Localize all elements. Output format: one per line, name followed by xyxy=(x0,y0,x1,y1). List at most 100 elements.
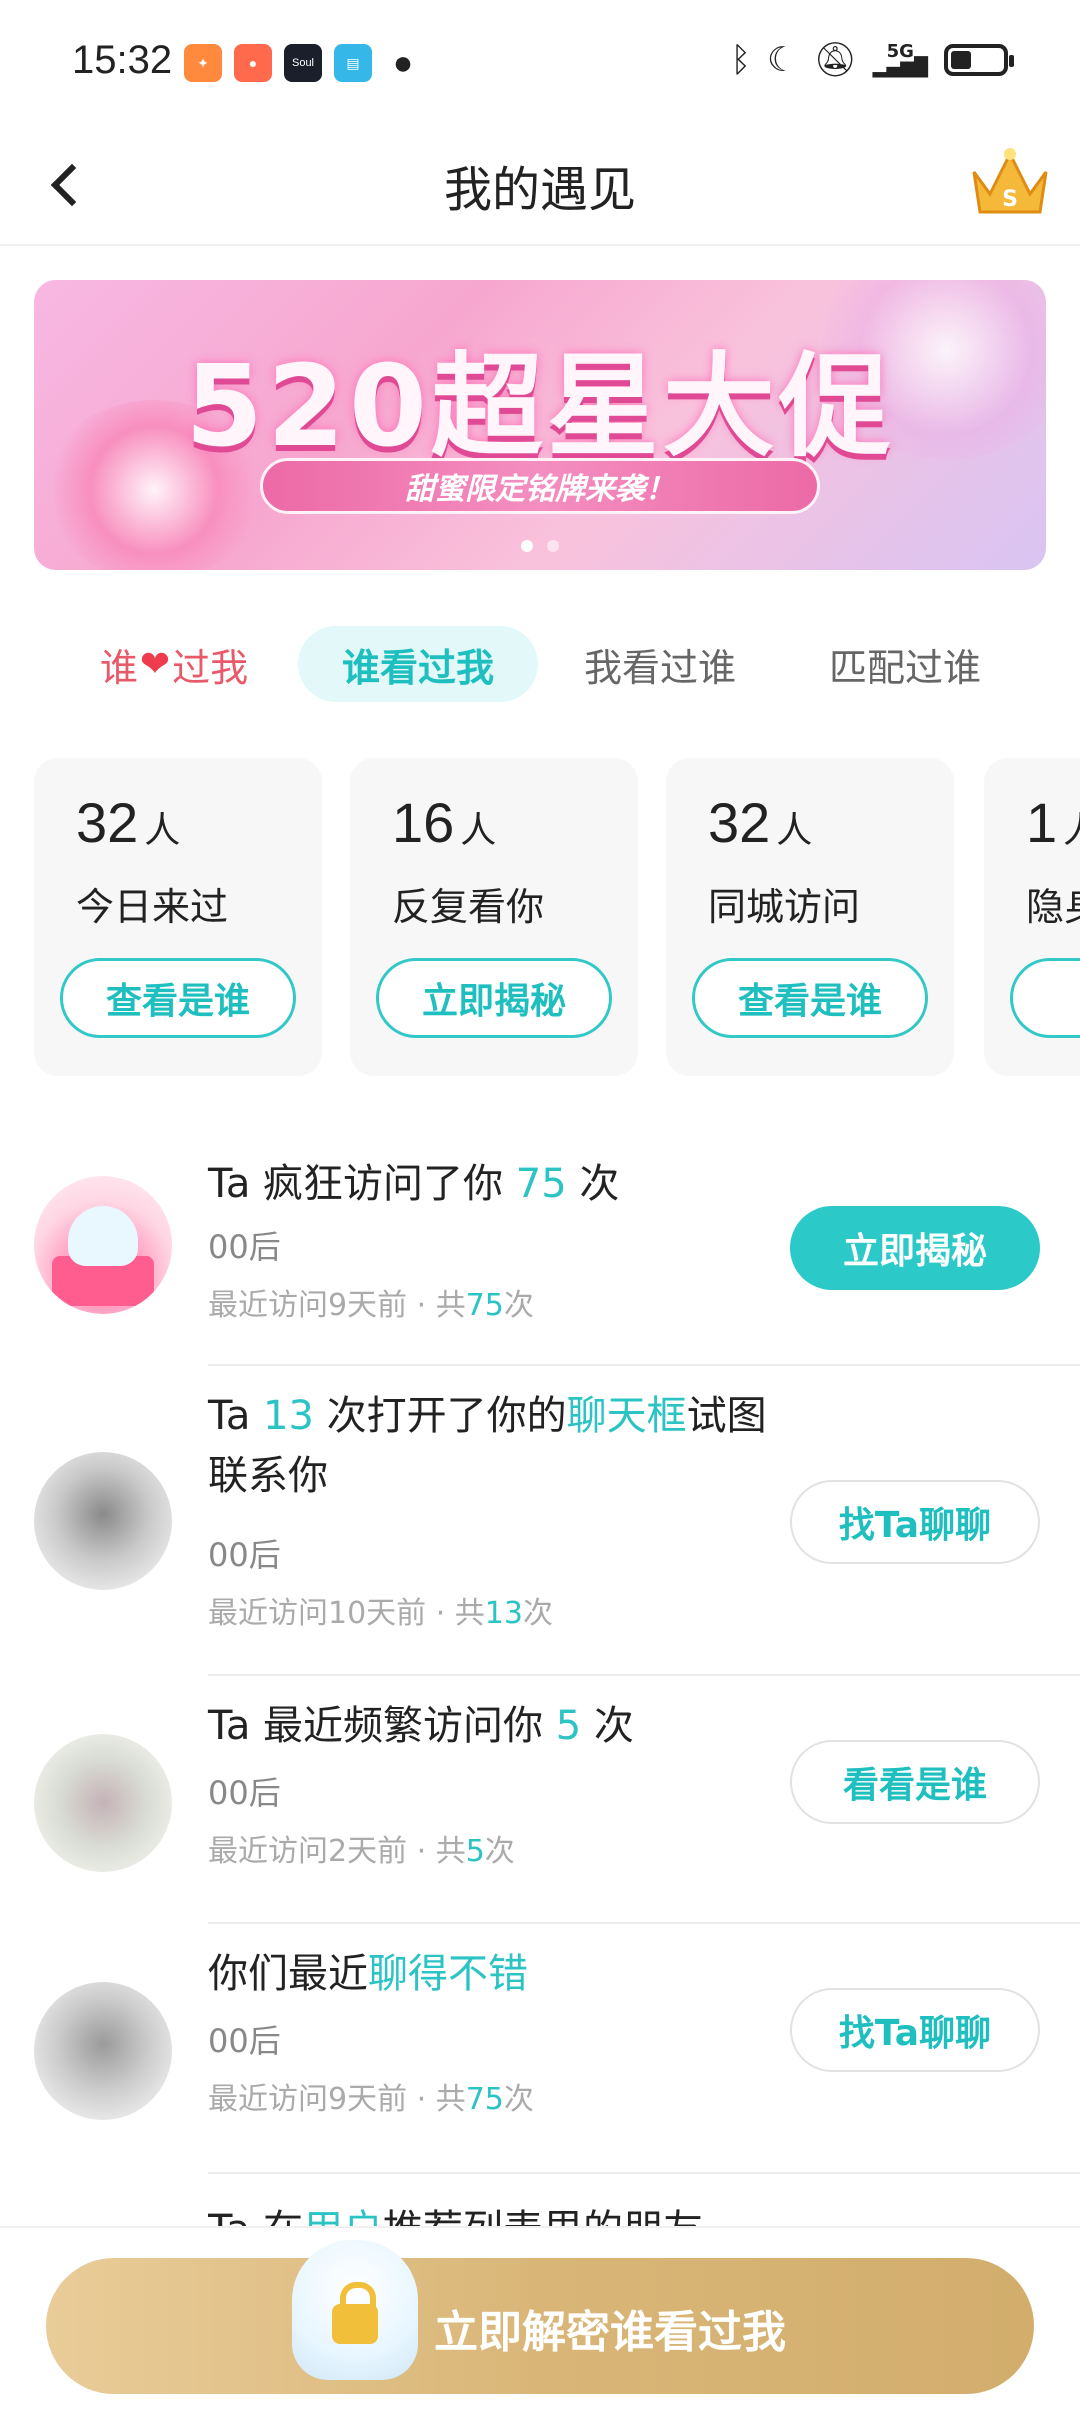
banner-title: 520超星大促 xyxy=(185,342,895,472)
promo-banner[interactable]: 520超星大促 甜蜜限定铭牌来袭！ xyxy=(34,280,1046,570)
check-who-button[interactable]: 查看是谁 xyxy=(60,958,296,1038)
tab-i-viewed[interactable]: 我看过谁 xyxy=(560,626,760,702)
title-text: 你们最近 xyxy=(208,1951,368,1997)
stat-value: 32 xyxy=(708,791,771,854)
list-item[interactable]: Ta 最近频繁访问你 5 次 00后 最近访问2天前 · 共5次 看看是谁 xyxy=(0,1676,1080,1924)
lock-icon xyxy=(332,2282,378,2344)
chat-bubble-icon: ● xyxy=(392,43,414,82)
banner-pagination xyxy=(34,540,1046,552)
network-label: 5G xyxy=(886,41,914,62)
page-title: 我的遇见 xyxy=(443,162,636,218)
battery-icon xyxy=(944,44,1014,76)
title-text: Ta 最近频繁访问你 xyxy=(208,1703,556,1749)
stat-unit: 人 xyxy=(460,809,497,850)
tab-bar: 谁 ❤ 过我 谁看过我 我看过谁 匹配过谁 xyxy=(0,620,1080,710)
blurred-avatar[interactable] xyxy=(34,1452,172,1590)
banner-subtitle: 甜蜜限定铭牌来袭！ xyxy=(260,458,820,514)
gift-avatar[interactable] xyxy=(34,1176,172,1314)
notification-icons: ✦ ● Soul ▤ ● xyxy=(184,44,422,82)
top-nav: 我的遇见 S xyxy=(0,126,1080,246)
status-time: 15:32 xyxy=(72,38,173,82)
list-item[interactable]: 你们最近聊得不错 00后 最近访问9天前 · 共75次 找Ta聊聊 xyxy=(0,1924,1080,2174)
stat-label: 隐身 xyxy=(1026,885,1080,929)
item-meta: 最近访问2天前 · 共5次 xyxy=(208,1826,515,1870)
title-text: Ta 疯狂访问了你 xyxy=(208,1161,516,1207)
stat-card-today[interactable]: 32 人 今日来过 查看是谁 xyxy=(34,758,322,1076)
bluetooth-icon: ᛒ xyxy=(730,40,751,80)
stat-number: 32 人 xyxy=(76,790,180,855)
title-text: 次打开了你的 xyxy=(313,1393,567,1439)
divider xyxy=(208,2172,1080,2174)
tab-matched[interactable]: 匹配过谁 xyxy=(800,626,1010,702)
meta-text: 最近访问9天前 · 共 xyxy=(208,2082,466,2117)
taobao-icon: ✦ xyxy=(184,44,222,82)
stat-value: 1 xyxy=(1026,791,1058,854)
tab-viewed-me[interactable]: 谁看过我 xyxy=(298,626,538,702)
stat-card-hidden[interactable]: 1人 隐身 了 xyxy=(984,758,1080,1076)
moon-icon: ☾ xyxy=(766,40,798,80)
stat-value: 16 xyxy=(392,791,455,854)
blurred-avatar[interactable] xyxy=(34,1734,172,1872)
vip-crown-icon[interactable]: S xyxy=(968,146,1052,220)
item-meta: 最近访问9天前 · 共75次 xyxy=(208,1280,534,1324)
stat-number: 1人 xyxy=(1026,790,1080,855)
item-age: 00后 xyxy=(208,1774,281,1812)
stat-unit: 人 xyxy=(1063,809,1080,850)
item-age: 00后 xyxy=(208,1228,281,1266)
item-title: Ta 疯狂访问了你 75 次 xyxy=(208,1154,768,1214)
reveal-button[interactable]: 立即揭秘 xyxy=(376,958,612,1038)
reveal-button[interactable]: 立即揭秘 xyxy=(790,1206,1040,1290)
banner-dot xyxy=(547,540,559,552)
ghost-lock-icon xyxy=(292,2240,418,2380)
title-highlight: 13 xyxy=(263,1393,314,1439)
item-age: 00后 xyxy=(208,2022,281,2060)
learn-button[interactable]: 了 xyxy=(1010,958,1080,1038)
blurred-avatar[interactable] xyxy=(34,1982,172,2120)
list-item[interactable]: Ta 13 次打开了你的聊天框试图联系你 00后 最近访问10天前 · 共13次… xyxy=(0,1366,1080,1676)
meta-text: 次 xyxy=(503,1288,534,1323)
tab-liked-me[interactable]: 谁 ❤ 过我 xyxy=(74,626,274,702)
meta-highlight: 5 xyxy=(465,1834,485,1869)
meta-highlight: 13 xyxy=(484,1596,523,1631)
tab-label: 过我 xyxy=(172,645,249,690)
stat-card-same-city[interactable]: 32 人 同城访问 查看是谁 xyxy=(666,758,954,1076)
stat-number: 16 人 xyxy=(392,790,496,855)
stat-label: 同城访问 xyxy=(708,885,861,929)
stat-value: 32 xyxy=(76,791,139,854)
chat-button[interactable]: 找Ta聊聊 xyxy=(790,1480,1040,1564)
mute-bell-icon: 🔕︎ xyxy=(813,40,857,80)
list-item[interactable]: Ta 疯狂访问了你 75 次 00后 最近访问9天前 · 共75次 立即揭秘 xyxy=(0,1120,1080,1370)
signal-icon: 5G ▂▄▆█ xyxy=(872,41,928,78)
status-bar: 15:32 ✦ ● Soul ▤ ● ᛒ ☾ 🔕︎ 5G ▂▄▆█ xyxy=(0,0,1080,126)
title-highlight: 聊天框 xyxy=(566,1393,687,1439)
banner-dot xyxy=(521,540,533,552)
xianyu-icon: ● xyxy=(234,44,272,82)
chat-button[interactable]: 找Ta聊聊 xyxy=(790,1988,1040,2072)
title-highlight: 5 xyxy=(555,1703,582,1749)
bottom-bar: 立即解密谁看过我 xyxy=(0,2226,1080,2412)
title-text: Ta xyxy=(208,1393,264,1439)
meta-text: 次 xyxy=(503,2082,534,2117)
item-meta: 最近访问9天前 · 共75次 xyxy=(208,2074,534,2118)
unlock-button[interactable]: 立即解密谁看过我 xyxy=(46,2240,1034,2394)
stat-card-repeat[interactable]: 16 人 反复看你 立即揭秘 xyxy=(350,758,638,1076)
stat-unit: 人 xyxy=(144,809,181,850)
meta-highlight: 75 xyxy=(465,2082,504,2117)
title-highlight: 聊得不错 xyxy=(368,1951,528,1997)
meta-text: 次 xyxy=(484,1834,515,1869)
item-title: Ta 最近频繁访问你 5 次 xyxy=(208,1696,768,1756)
tab-label: 谁 xyxy=(99,645,138,690)
check-who-button[interactable]: 查看是谁 xyxy=(692,958,928,1038)
ghost-icon xyxy=(68,1206,138,1266)
stat-label: 今日来过 xyxy=(76,885,229,929)
look-who-button[interactable]: 看看是谁 xyxy=(790,1740,1040,1824)
stats-carousel[interactable]: 32 人 今日来过 查看是谁 16 人 反复看你 立即揭秘 32 人 同城访问 查看是… xyxy=(34,758,1080,1076)
item-age: 00后 xyxy=(208,1536,281,1574)
heart-icon: ❤ xyxy=(139,643,171,685)
title-text: 次 xyxy=(581,1703,634,1749)
title-highlight: 75 xyxy=(515,1161,567,1207)
meta-text: 最近访问9天前 · 共 xyxy=(208,1288,466,1323)
svg-text:S: S xyxy=(1002,187,1018,212)
system-icons: ᛒ ☾ 🔕︎ 5G ▂▄▆█ xyxy=(730,40,1014,80)
soul-icon: Soul xyxy=(284,44,322,82)
